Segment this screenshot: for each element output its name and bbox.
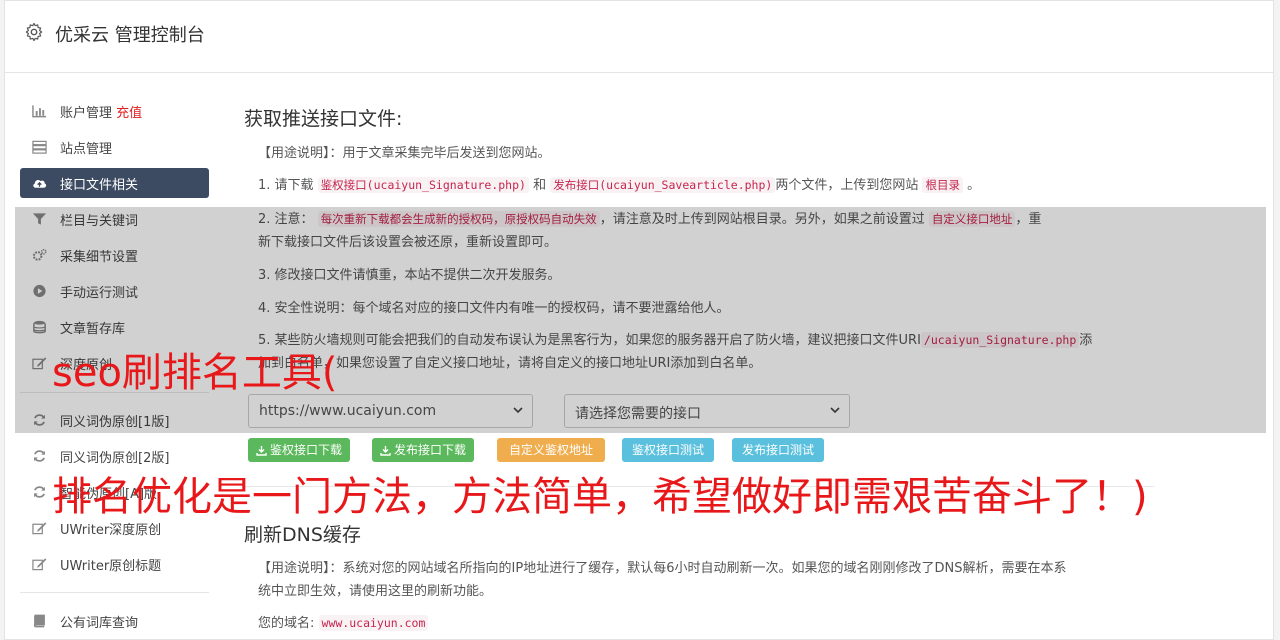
download-icon — [380, 446, 391, 456]
bar-chart-icon — [32, 105, 47, 118]
test-publish-button[interactable]: 发布接口测试 — [732, 438, 825, 462]
code-signature-file: 鉴权接口(ucaiyun_Signature.php) — [317, 177, 529, 193]
dns-domain-row: 您的域名: www.ucaiyun.com — [258, 612, 429, 635]
cloud-upload-icon — [33, 179, 47, 188]
gear-icon — [25, 23, 43, 41]
download-publish-button[interactable]: 发布接口下载 — [372, 438, 475, 462]
download-sign-button[interactable]: 鉴权接口下载 — [248, 438, 351, 462]
sidebar-item-interface-files[interactable]: 接口文件相关 — [20, 168, 209, 198]
watermark-line-1: seo刷排名工具( — [52, 350, 338, 396]
sidebar-item-uwriter-title[interactable]: UWriter原创标题 — [20, 549, 209, 579]
book-icon — [34, 614, 45, 628]
sidebar-item-label: 接口文件相关 — [60, 178, 139, 193]
section-title-push-files: 获取推送接口文件: — [244, 108, 403, 130]
download-icon — [256, 446, 267, 456]
test-sign-button[interactable]: 鉴权接口测试 — [622, 438, 715, 462]
watermark-line-2: 排名优化是一门方法，方法简单，希望做好即需艰苦奋斗了！) — [52, 474, 1148, 520]
edit-icon — [32, 558, 47, 571]
dns-usage-line2: 统中立即生效，请使用这里的刷新功能。 — [258, 584, 493, 599]
sidebar-item-public-lexicon[interactable]: 公有词库查询 — [20, 606, 209, 636]
edit-icon — [32, 522, 47, 535]
dim-overlay — [15, 207, 1266, 433]
sidebar-item-sites[interactable]: 站点管理 — [20, 132, 209, 162]
page-title: 优采云 管理控制台 — [55, 25, 205, 46]
custom-sign-address-button[interactable]: 自定义鉴权地址 — [497, 438, 606, 462]
sidebar-item-label: 站点管理 — [60, 142, 113, 157]
server-icon — [32, 140, 47, 154]
sidebar-item-account[interactable]: 账户管理 充值 — [20, 96, 209, 126]
usage-note: 【用途说明】：用于文章采集完毕后发送到您网站。 — [258, 146, 551, 161]
sidebar-divider — [20, 592, 209, 593]
refresh-icon — [34, 486, 45, 498]
sidebar-item-label: 公有词库查询 — [60, 616, 139, 631]
step-1: 1. 请下载 鉴权接口(ucaiyun_Signature.php) 和 发布接… — [258, 177, 981, 193]
sidebar-item-label: 账户管理 — [60, 106, 113, 121]
dns-usage-note: 【用途说明】：系统对您的网站域名所指向的IP地址进行了缓存，默认每6小时自动刷新… — [258, 561, 1067, 576]
refresh-icon — [34, 450, 45, 462]
section-title-dns: 刷新DNS缓存 — [244, 524, 361, 546]
code-root-dir: 根目录 — [922, 177, 963, 193]
sidebar-item-label: UWriter原创标题 — [60, 559, 162, 574]
header: 优采云 管理控制台 — [5, 1, 1273, 73]
domain-value: www.ucaiyun.com — [318, 615, 429, 631]
recharge-link[interactable]: 充值 — [116, 106, 142, 121]
code-savearticle-file: 发布接口(ucaiyun_Savearticle.php) — [550, 177, 776, 193]
